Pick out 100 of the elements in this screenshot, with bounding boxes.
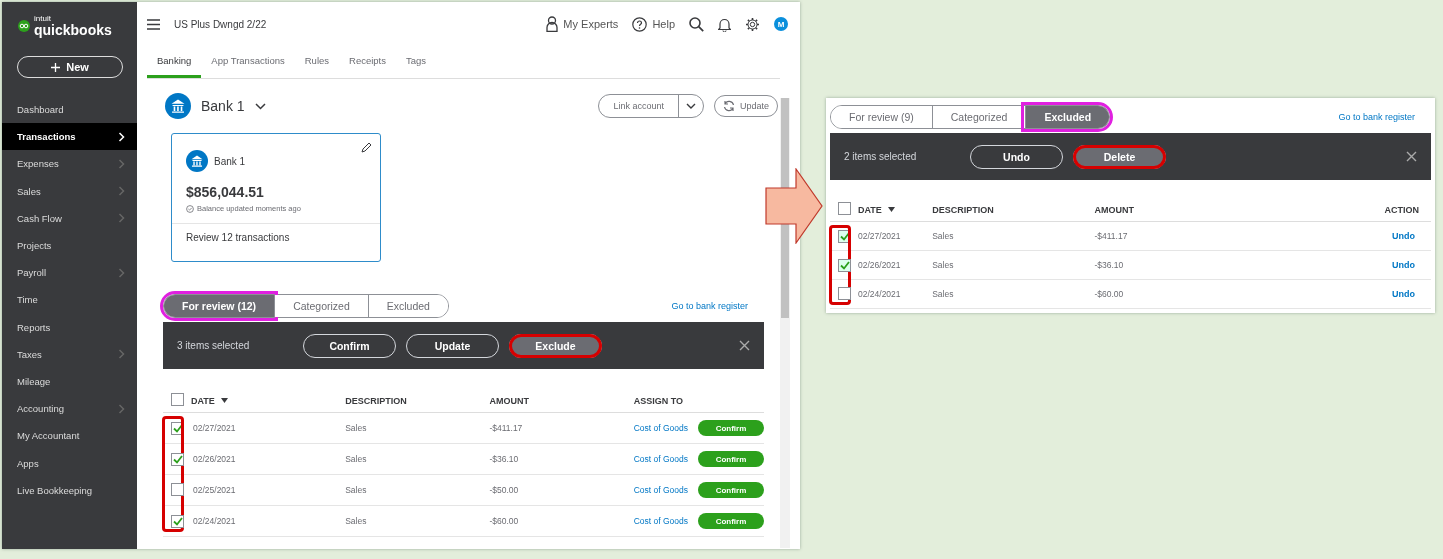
- pencil-icon[interactable]: [361, 142, 372, 153]
- nav-item[interactable]: My Accountant: [2, 422, 137, 450]
- view-tab[interactable]: Excluded: [367, 295, 448, 317]
- logo-tagline: intuit: [34, 15, 52, 23]
- chevron-icon: [118, 349, 125, 360]
- search-icon[interactable]: [689, 16, 704, 32]
- confirm-button[interactable]: Confirm: [698, 482, 764, 498]
- column-header: ASSIGN TO: [633, 395, 683, 406]
- caret-icon[interactable]: [254, 102, 266, 110]
- undo-link[interactable]: Undo: [1392, 231, 1415, 241]
- confirm-button[interactable]: Confirm: [698, 513, 764, 529]
- nav-item[interactable]: Apps: [2, 449, 137, 477]
- nav-item[interactable]: Dashboard: [2, 96, 137, 124]
- experts-link[interactable]: My Experts: [563, 18, 619, 30]
- nav-item[interactable]: Live Bookkeeping: [2, 476, 137, 504]
- bulk-action-button[interactable]: Exclude: [509, 333, 602, 358]
- selection-count: 2 items selected: [844, 151, 918, 162]
- column-header: DESCRIPTION: [932, 204, 994, 215]
- description-cell: Sales: [932, 289, 954, 299]
- confirm-button[interactable]: Confirm: [698, 451, 764, 467]
- column-header: AMOUNT: [1094, 204, 1134, 215]
- category-link[interactable]: Cost of Goods: [633, 454, 688, 464]
- nav-item[interactable]: Mileage: [2, 367, 137, 396]
- bell-icon[interactable]: [718, 16, 731, 32]
- review-link[interactable]: Review 12 transactions: [172, 224, 380, 251]
- select-all-checkbox[interactable]: [838, 202, 851, 215]
- amount-cell: -$36.10: [1094, 260, 1124, 270]
- date-cell-text: 02/27/2021: [192, 423, 236, 433]
- amount-cell: -$60.00: [489, 516, 519, 526]
- bulk-action-button[interactable]: Undo: [970, 144, 1063, 169]
- column-header[interactable]: DATE: [191, 395, 215, 406]
- nav-item[interactable]: Sales: [2, 177, 137, 205]
- settings-icon[interactable]: [745, 16, 760, 32]
- date-cell-text: 02/24/2021: [192, 516, 236, 526]
- refresh-icon: [722, 100, 735, 112]
- amount-cell: -$411.17: [489, 423, 523, 433]
- nav-item[interactable]: Transactions: [2, 123, 137, 151]
- bulk-action-button[interactable]: Delete: [1073, 144, 1166, 169]
- nav-item[interactable]: Time: [2, 286, 137, 314]
- close-icon[interactable]: [739, 340, 750, 351]
- nav-item[interactable]: Taxes: [2, 340, 137, 368]
- page-tab[interactable]: Banking: [147, 46, 202, 78]
- nav-item[interactable]: Projects: [2, 231, 137, 260]
- amount-cell: -$50.00: [489, 485, 519, 495]
- chevron-icon: [118, 403, 125, 414]
- confirm-button[interactable]: Confirm: [698, 420, 764, 436]
- date-cell: 02/24/2021: [858, 289, 901, 299]
- caret-icon[interactable]: [685, 103, 696, 109]
- page-tab[interactable]: App Transactions: [201, 46, 295, 78]
- nav-item[interactable]: Expenses: [2, 150, 137, 178]
- close-icon[interactable]: [1406, 151, 1417, 162]
- nav-item[interactable]: Accounting: [2, 395, 137, 423]
- bank-icon: [165, 93, 191, 119]
- row-checkbox[interactable]: [171, 482, 184, 496]
- row-checkbox[interactable]: [171, 514, 184, 528]
- company-name: US Plus Dwngd 2/22: [174, 18, 268, 30]
- page-tab[interactable]: Receipts: [339, 46, 396, 78]
- chevron-icon: [118, 267, 125, 278]
- chevron-icon: [118, 131, 125, 142]
- account-name[interactable]: Bank 1: [201, 98, 245, 114]
- check-circle-icon: [186, 204, 194, 213]
- amount-cell: -$411.17: [1094, 231, 1128, 241]
- category-link[interactable]: Cost of Goods: [633, 516, 688, 526]
- view-tab[interactable]: Categorized: [931, 106, 1026, 128]
- description-cell: Sales: [345, 454, 367, 464]
- date-cell: 02/26/2021: [858, 260, 901, 270]
- nav-item[interactable]: Payroll: [2, 259, 137, 287]
- description-cell: Sales: [345, 485, 367, 495]
- page-tab[interactable]: Rules: [294, 46, 340, 78]
- bulk-action-button[interactable]: Confirm: [303, 333, 396, 358]
- sort-icon: [220, 398, 228, 403]
- row-checkbox[interactable]: [838, 286, 851, 300]
- description-cell: Sales: [345, 516, 367, 526]
- bank-register-link[interactable]: Go to bank register: [1338, 112, 1431, 122]
- category-link[interactable]: Cost of Goods: [633, 423, 688, 433]
- undo-link[interactable]: Undo: [1392, 260, 1415, 270]
- scrollbar[interactable]: [780, 98, 790, 548]
- selection-count: 3 items selected: [177, 340, 251, 351]
- category-link[interactable]: Cost of Goods: [633, 485, 688, 495]
- page-tab[interactable]: Tags: [396, 46, 437, 78]
- bank-register-link[interactable]: Go to bank register: [671, 301, 764, 311]
- date-cell-text: 02/25/2021: [192, 485, 236, 495]
- chevron-icon: [118, 158, 125, 169]
- row-checkbox[interactable]: [838, 258, 851, 272]
- bulk-action-button[interactable]: Update: [406, 333, 499, 358]
- undo-link[interactable]: Undo: [1392, 289, 1415, 299]
- date-cell: 02/27/2021: [858, 231, 901, 241]
- card-account-name: Bank 1: [214, 155, 246, 167]
- update-button[interactable]: Update: [713, 95, 778, 117]
- column-header[interactable]: DATE: [858, 204, 882, 215]
- date-cell-text: 02/26/2021: [192, 454, 236, 464]
- nav-item[interactable]: Reports: [2, 313, 137, 341]
- menu-icon[interactable]: [147, 18, 160, 30]
- select-all-checkbox[interactable]: [171, 393, 184, 406]
- row-checkbox[interactable]: [171, 452, 184, 466]
- help-link[interactable]: Help: [652, 18, 675, 30]
- description-cell: Sales: [932, 260, 954, 270]
- user-avatar[interactable]: M: [774, 17, 788, 31]
- sort-icon: [887, 207, 895, 212]
- nav-item[interactable]: Cash Flow: [2, 204, 137, 232]
